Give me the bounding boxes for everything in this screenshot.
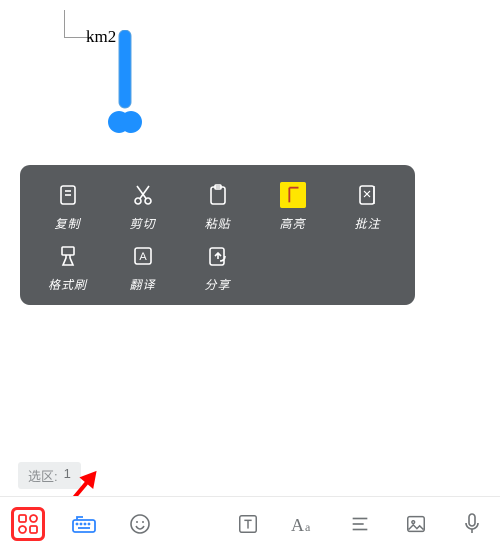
paste-icon	[204, 181, 232, 209]
menu-label: 粘贴	[204, 215, 230, 232]
thermometer-shape[interactable]	[108, 30, 142, 140]
svg-text:A: A	[291, 515, 304, 535]
copy-button[interactable]: 复制	[30, 181, 105, 232]
font-aa-icon: A a	[291, 513, 317, 535]
grid-apps-icon	[16, 512, 40, 536]
textbox-button[interactable]	[234, 510, 262, 538]
translate-icon: A	[129, 242, 157, 270]
emoji-button[interactable]	[126, 510, 154, 538]
selection-count: 1	[64, 466, 71, 485]
image-button[interactable]	[402, 510, 430, 538]
highlight-icon	[279, 181, 307, 209]
context-menu-row: 复制 剪切 粘贴 高亮	[30, 181, 405, 232]
menu-label: 剪切	[129, 215, 155, 232]
menu-label: 批注	[354, 215, 380, 232]
share-button[interactable]: 分享	[180, 242, 255, 293]
selection-label: 选区:	[28, 466, 58, 485]
menu-label: 格式刷	[48, 276, 87, 293]
font-button[interactable]: A a	[290, 510, 318, 538]
bottom-toolbar: A a	[0, 496, 500, 550]
text-frame-icon	[237, 513, 259, 535]
cut-button[interactable]: 剪切	[105, 181, 180, 232]
menu-label: 分享	[204, 276, 230, 293]
format-brush-icon	[54, 242, 82, 270]
copy-icon	[54, 181, 82, 209]
menu-label: 复制	[54, 215, 80, 232]
format-brush-button[interactable]: 格式刷	[30, 242, 105, 293]
paste-button[interactable]: 粘贴	[180, 181, 255, 232]
svg-text:a: a	[305, 520, 311, 534]
menu-label: 高亮	[279, 215, 305, 232]
context-menu-row: 格式刷 A 翻译 分享	[30, 242, 405, 293]
svg-text:A: A	[139, 251, 147, 263]
menu-label: 翻译	[129, 276, 155, 293]
annotate-icon	[354, 181, 382, 209]
apps-button[interactable]	[14, 510, 42, 538]
selection-context-menu: 复制 剪切 粘贴 高亮	[20, 165, 415, 305]
annotate-button[interactable]: 批注	[330, 181, 405, 232]
align-lines-icon	[349, 513, 371, 535]
voice-button[interactable]	[458, 510, 486, 538]
cut-icon	[129, 181, 157, 209]
keyboard-icon	[71, 512, 97, 536]
keyboard-button[interactable]	[70, 510, 98, 538]
translate-button[interactable]: A 翻译	[105, 242, 180, 293]
align-button[interactable]	[346, 510, 374, 538]
emoji-icon	[128, 512, 152, 536]
image-icon	[405, 513, 427, 535]
document-canvas[interactable]: km2 复制 剪切 粘贴	[0, 0, 500, 550]
selection-count-pill[interactable]: 选区: 1	[18, 462, 81, 489]
highlight-button[interactable]: 高亮	[255, 181, 330, 232]
microphone-icon	[462, 512, 482, 536]
share-icon	[204, 242, 232, 270]
